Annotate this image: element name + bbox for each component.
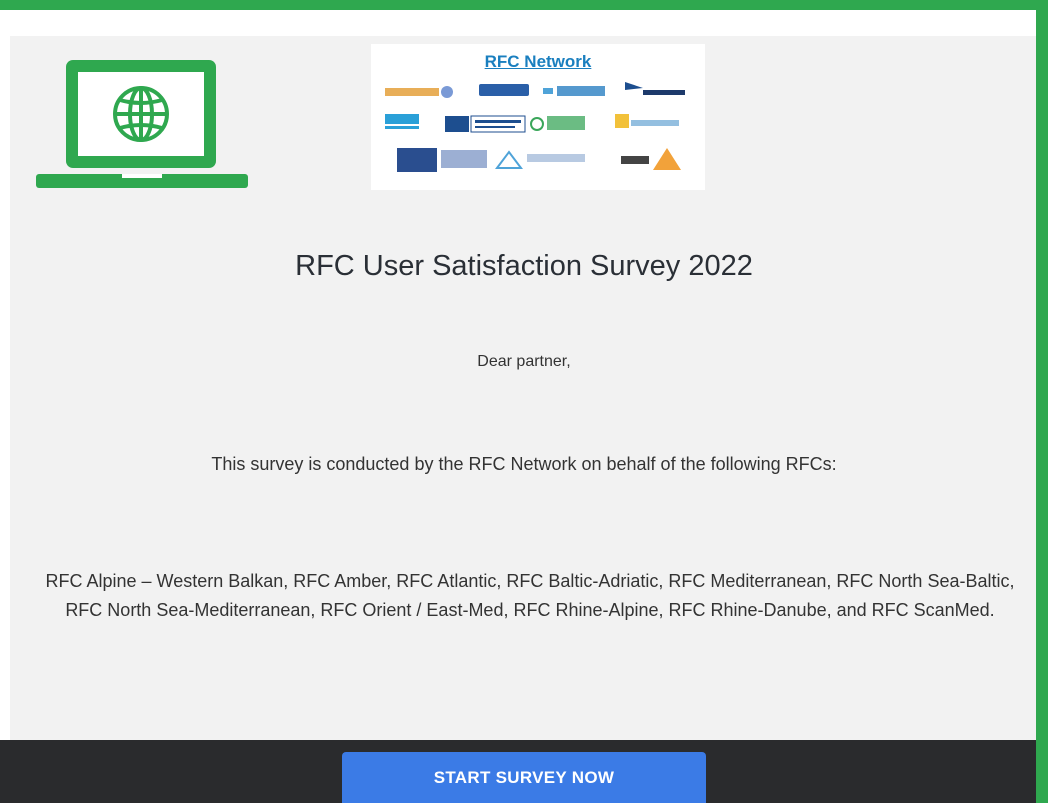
top-green-border (0, 0, 1048, 10)
corridor-logos-collage (385, 82, 685, 172)
right-green-border (1036, 0, 1048, 803)
intro-text: This survey is conducted by the RFC Netw… (211, 454, 837, 474)
globe-laptop-icon (36, 60, 248, 188)
rfc-network-logo: RFC Network (371, 44, 705, 190)
start-survey-button[interactable]: START SURVEY NOW (342, 752, 706, 803)
left-white-margin (0, 10, 10, 803)
greeting-text: Dear partner, (477, 353, 571, 370)
rfc-list-text: RFC Alpine – Western Balkan, RFC Amber, … (45, 571, 1015, 620)
top-white-margin (10, 10, 1036, 36)
page-title: RFC User Satisfaction Survey 2022 (295, 250, 753, 282)
